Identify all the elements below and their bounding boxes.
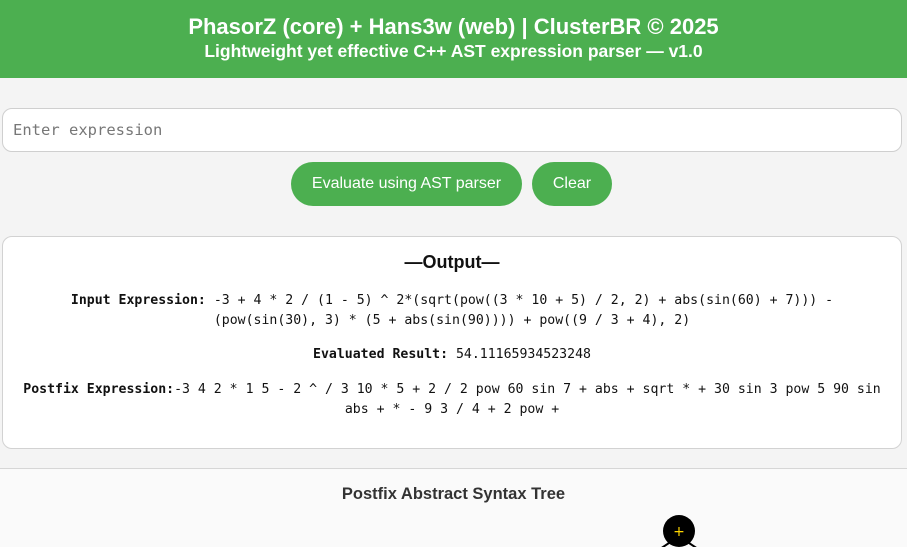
postfix-expression-line: Postfix Expression:-3 4 2 * 1 5 - 2 ^ / … [23,380,881,419]
expression-input[interactable] [2,108,902,152]
postfix-expression-value: -3 4 2 * 1 5 - 2 ^ / 3 10 * 5 + 2 / 2 po… [174,382,881,417]
input-expression-line: Input Expression: -3 + 4 * 2 / (1 - 5) ^… [23,291,881,330]
app-subtitle: Lightweight yet effective C++ AST expres… [204,41,703,61]
postfix-expression-label: Postfix Expression: [23,382,175,397]
evaluate-button[interactable]: Evaluate using AST parser [291,162,522,206]
clear-button[interactable]: Clear [532,162,612,206]
input-expression-value: -3 + 4 * 2 / (1 - 5) ^ 2*(sqrt(pow((3 * … [205,293,834,328]
output-panel: —Output— Input Expression: -3 + 4 * 2 / … [2,236,902,449]
output-heading: —Output— [404,252,500,272]
ast-root-label: + [673,524,685,540]
ast-tree-section: Postfix Abstract Syntax Tree + [0,469,907,547]
evaluated-result-value: 54.11165934523248 [448,347,591,362]
ast-tree-canvas: + [661,515,697,547]
app-title: PhasorZ (core) + Hans3w (web) | ClusterB… [188,14,719,39]
input-expression-label: Input Expression: [70,293,206,308]
evaluated-result-line: Evaluated Result: 54.11165934523248 [23,345,881,365]
app-header: PhasorZ (core) + Hans3w (web) | ClusterB… [0,0,907,78]
evaluated-result-label: Evaluated Result: [313,347,449,362]
